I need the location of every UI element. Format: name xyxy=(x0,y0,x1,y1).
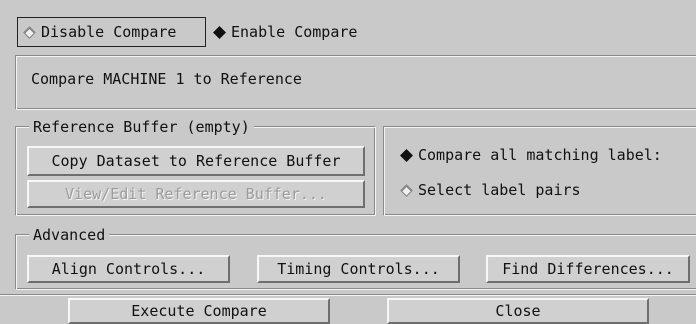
radio-off-icon xyxy=(400,183,413,197)
radio-on-icon xyxy=(213,25,226,39)
radio-off-icon xyxy=(23,25,36,39)
timing-controls-button[interactable]: Timing Controls... xyxy=(257,255,460,283)
compare-all-matching-radio[interactable]: Compare all matching label: xyxy=(399,143,662,167)
disable-compare-label: Disable Compare xyxy=(41,23,177,41)
enable-compare-radio[interactable]: Enable Compare xyxy=(212,17,357,47)
footer-divider xyxy=(0,294,696,296)
radio-on-icon xyxy=(400,148,413,162)
find-differences-button[interactable]: Find Differences... xyxy=(486,255,690,283)
reference-buffer-title: Reference Buffer (empty) xyxy=(29,118,254,136)
execute-compare-button[interactable]: Execute Compare xyxy=(68,298,330,324)
compare-all-matching-label: Compare all matching label: xyxy=(418,146,662,164)
disable-compare-radio[interactable]: Disable Compare xyxy=(17,17,206,47)
description-text: Compare MACHINE 1 to Reference xyxy=(31,70,302,88)
align-controls-button[interactable]: Align Controls... xyxy=(27,255,230,283)
copy-dataset-button[interactable]: Copy Dataset to Reference Buffer xyxy=(27,146,365,176)
label-mode-panel xyxy=(383,126,696,216)
select-label-pairs-radio[interactable]: Select label pairs xyxy=(399,178,581,202)
description-panel: Compare MACHINE 1 to Reference xyxy=(15,55,696,110)
select-label-pairs-label: Select label pairs xyxy=(418,181,581,199)
close-button[interactable]: Close xyxy=(387,298,649,324)
enable-compare-label: Enable Compare xyxy=(231,23,358,41)
advanced-title: Advanced xyxy=(29,226,110,244)
view-edit-reference-button[interactable]: View/Edit Reference Buffer... xyxy=(27,180,365,208)
